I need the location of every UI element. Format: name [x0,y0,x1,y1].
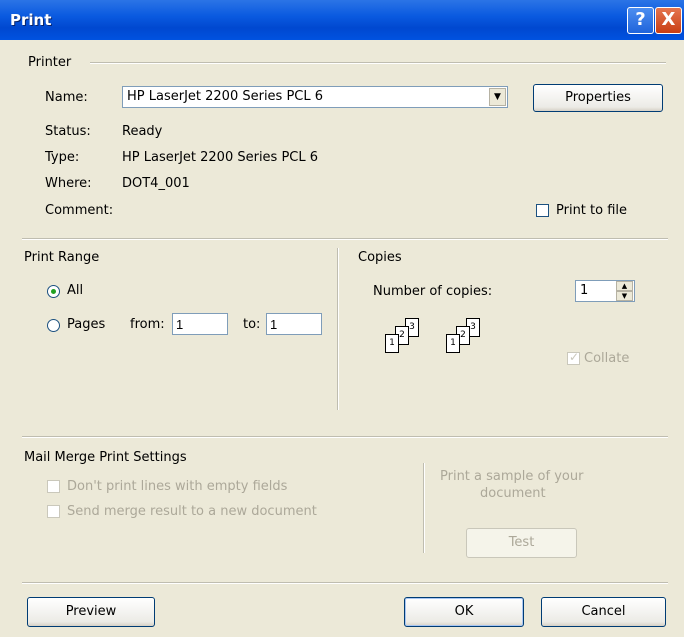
where-value: DOT4_001 [122,176,190,191]
section-divider-1 [22,238,668,240]
copies-value: 1 [580,283,589,298]
title-bar[interactable]: Print ? X [0,0,684,40]
preview-button[interactable]: Preview [27,597,155,627]
spin-down-icon[interactable]: ▼ [616,291,633,301]
print-to-file-label[interactable]: Print to file [556,203,627,218]
no-empty-lines-label[interactable]: Don't print lines with empty fields [67,479,287,494]
dropdown-arrow-icon[interactable]: ▼ [489,88,506,106]
send-new-doc-checkbox[interactable] [47,505,60,518]
help-icon[interactable]: ? [627,7,654,34]
properties-button[interactable]: Properties [533,84,663,112]
pages-label[interactable]: Pages [67,317,105,332]
type-label: Type: [45,150,80,165]
number-of-copies-label: Number of copies: [373,284,493,299]
all-radio[interactable] [47,285,60,298]
where-label: Where: [45,176,92,191]
print-range-group-label: Print Range [24,250,100,265]
ok-button[interactable]: OK [404,597,524,627]
copies-group-label: Copies [358,250,402,265]
printer-group-divider [90,62,666,64]
collate-label[interactable]: Collate [584,351,629,366]
section-divider-2 [22,436,668,438]
comment-label: Comment: [45,203,114,218]
collate-checkbox[interactable] [567,350,580,365]
status-value: Ready [122,124,163,139]
collate-pages-icon: 3 2 1 [446,318,506,366]
to-label: to: [243,317,261,332]
from-input[interactable] [172,313,228,335]
sample-text-line1: Print a sample of your [440,469,584,484]
range-copies-divider [337,248,339,410]
print-dialog: Print ? X Printer Name: HP LaserJet 2200… [0,0,684,637]
name-label: Name: [45,90,88,105]
to-input[interactable] [266,313,322,335]
spin-up-icon[interactable]: ▲ [616,281,633,291]
no-empty-lines-checkbox[interactable] [47,480,60,493]
window-title: Print [10,11,52,29]
copies-spinner[interactable]: 1 ▲ ▼ [575,280,635,302]
close-icon[interactable]: X [655,7,682,34]
type-value: HP LaserJet 2200 Series PCL 6 [122,150,319,165]
printer-name-value: HP LaserJet 2200 Series PCL 6 [127,89,324,104]
status-label: Status: [45,124,91,139]
mail-merge-group-label: Mail Merge Print Settings [24,450,187,465]
cancel-button[interactable]: Cancel [541,597,666,627]
sample-text-line2: document [480,486,546,501]
mail-merge-divider [423,463,425,553]
test-button[interactable]: Test [466,528,577,558]
collate-page-1: 1 [446,334,460,353]
print-to-file-checkbox[interactable] [536,204,549,217]
printer-group-label: Printer [28,55,72,70]
all-label[interactable]: All [67,283,83,298]
section-divider-3 [22,582,668,584]
collate-page-1: 1 [385,334,399,353]
send-new-doc-label[interactable]: Send merge result to a new document [67,504,317,519]
from-label: from: [130,317,165,332]
printer-name-select[interactable]: HP LaserJet 2200 Series PCL 6 ▼ [122,86,508,108]
pages-radio[interactable] [47,319,60,332]
collate-pages-icon: 3 2 1 [385,318,445,366]
